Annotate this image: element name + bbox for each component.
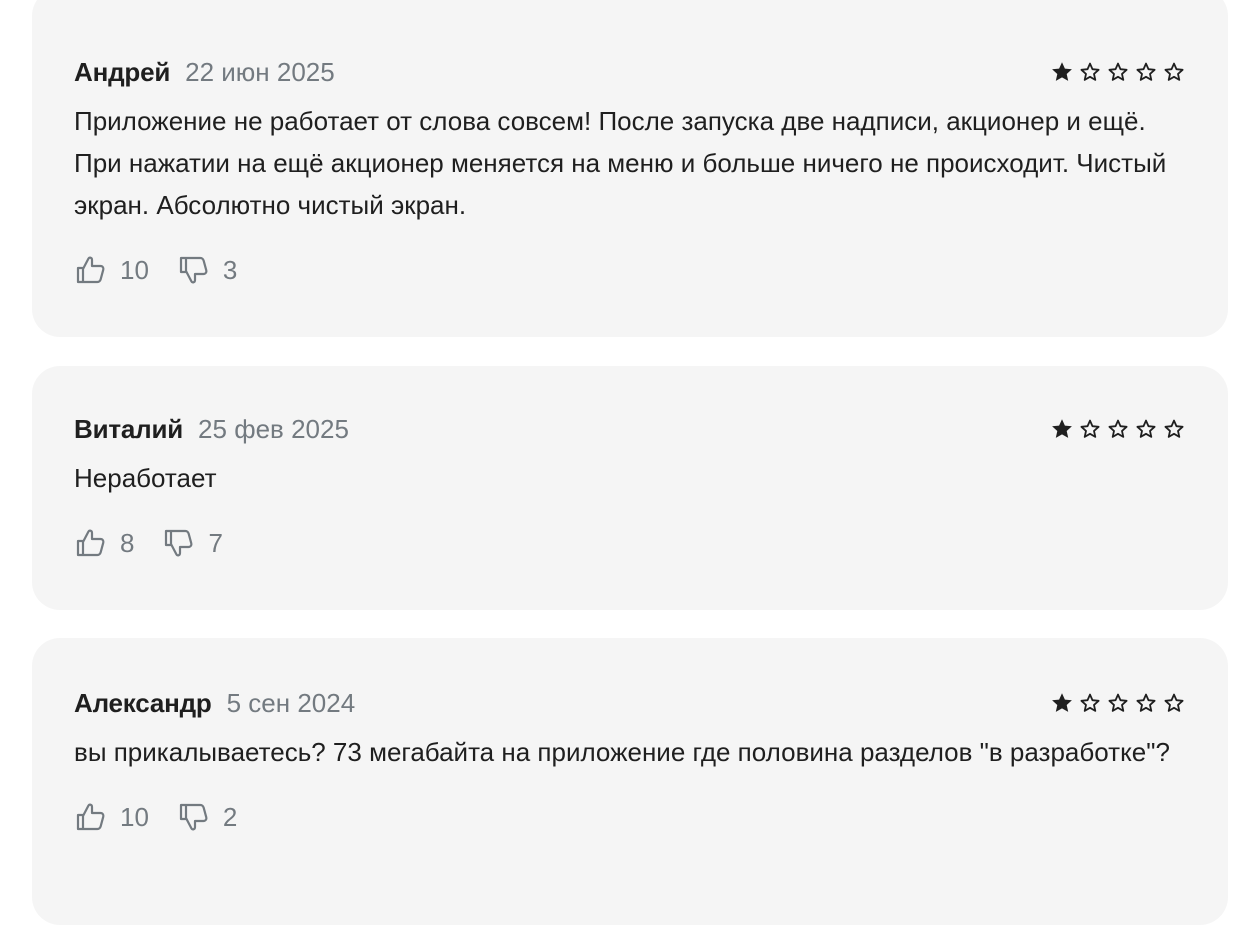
star-filled-icon [1052, 419, 1072, 438]
review-votes: 8 7 [74, 525, 1186, 561]
star-outline-icon [1164, 693, 1184, 712]
rating-stars [1050, 60, 1186, 84]
review-text: Приложение не работает от слова совсем! … [74, 106, 1167, 220]
review-text: Неработает [74, 463, 217, 493]
review-votes: 10 2 [74, 799, 1186, 835]
like-button[interactable]: 10 [74, 800, 149, 834]
rating-stars [1050, 417, 1186, 441]
review-card: Андрей 22 июн 2025 Приложение не работае… [32, 0, 1228, 337]
review-header: Виталий 25 фев 2025 [74, 414, 1186, 444]
review-date: 25 фев 2025 [198, 413, 349, 444]
rating-stars [1050, 691, 1186, 715]
thumbs-up-icon [76, 256, 105, 284]
like-button[interactable]: 8 [74, 526, 134, 560]
review-card: Виталий 25 фев 2025 Неработает 8 7 [32, 366, 1228, 610]
review-header: Андрей 22 июн 2025 [74, 57, 1186, 87]
star-outline-icon [1136, 693, 1156, 712]
dislike-count: 2 [222, 801, 238, 832]
star-outline-icon [1164, 419, 1184, 438]
like-button[interactable]: 10 [74, 253, 149, 287]
review-date: 22 июн 2025 [185, 56, 335, 87]
star-filled-icon [1052, 62, 1072, 81]
star-outline-icon [1108, 693, 1128, 712]
dislike-button[interactable]: 7 [162, 526, 223, 560]
thumbs-down-icon [179, 803, 208, 831]
review-header: Александр 5 сен 2024 [74, 688, 1186, 718]
thumbs-up-icon [76, 529, 105, 557]
review-votes: 10 3 [74, 252, 1186, 288]
star-outline-icon [1080, 693, 1100, 712]
like-count: 8 [120, 527, 135, 558]
thumbs-down-icon [179, 256, 208, 284]
review-author: Виталий [74, 413, 184, 444]
star-outline-icon [1080, 62, 1100, 81]
star-outline-icon [1108, 62, 1128, 81]
dislike-button[interactable]: 2 [177, 800, 237, 834]
review-card: Александр 5 сен 2024 вы прикалываетесь? … [32, 638, 1228, 925]
star-outline-icon [1108, 419, 1128, 438]
review-text: вы прикалываетесь? 73 мегабайта на прило… [74, 737, 1170, 767]
thumbs-up-icon [76, 803, 105, 831]
thumbs-down-icon [165, 529, 193, 557]
star-filled-icon [1052, 693, 1072, 712]
review-author: Александр [74, 687, 212, 718]
dislike-button[interactable]: 3 [177, 253, 237, 287]
dislike-count: 7 [208, 527, 223, 558]
review-date: 5 сен 2024 [226, 687, 356, 718]
like-count: 10 [120, 254, 149, 285]
star-outline-icon [1080, 419, 1100, 438]
like-count: 10 [120, 801, 149, 832]
star-outline-icon [1136, 62, 1156, 81]
dislike-count: 3 [222, 254, 238, 285]
star-outline-icon [1164, 62, 1184, 81]
review-author: Андрей [74, 56, 171, 87]
star-outline-icon [1136, 419, 1156, 438]
